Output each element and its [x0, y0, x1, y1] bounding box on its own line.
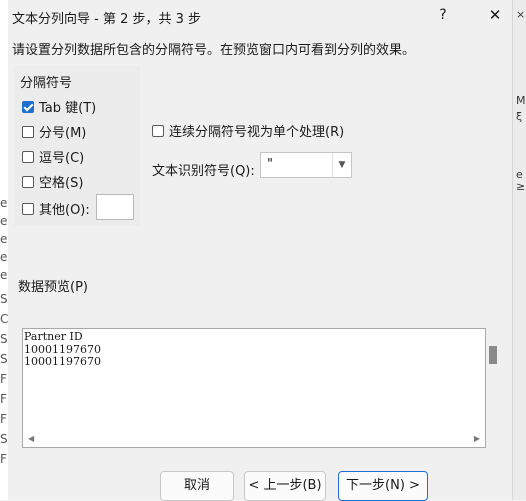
text-qualifier-select[interactable]: " ▼: [260, 152, 352, 178]
scroll-left-icon[interactable]: ◀: [28, 434, 34, 443]
text-qualifier-label: 文本识别符号(Q):: [152, 164, 255, 179]
background-text: e: [0, 196, 8, 210]
instruction-text: 请设置分列数据所包含的分隔符号。在预览窗口内可看到分列的效果。: [12, 43, 416, 58]
delimiters-group: 分隔符号 Tab 键(T) 分号(M) 逗号(C) 空格(S) 其他(O):: [14, 66, 140, 226]
preview-lines: Partner ID 10001197670 10001197670: [24, 330, 101, 369]
preview-line: Partner ID: [24, 330, 83, 343]
vertical-scrollbar[interactable]: [486, 328, 500, 446]
checkbox-unchecked[interactable]: [22, 202, 34, 215]
data-preview-pane[interactable]: Partner ID 10001197670 10001197670 ◀ ▶: [22, 328, 486, 448]
data-preview-label: 数据预览(P): [18, 280, 88, 295]
horizontal-scrollbar[interactable]: ◀ ▶: [24, 433, 484, 447]
close-button[interactable]: ✕: [484, 4, 506, 26]
help-button[interactable]: ?: [432, 4, 454, 26]
preview-line: 10001197670: [24, 355, 101, 368]
semicolon-checkbox[interactable]: 分号(M): [22, 122, 86, 141]
text-qualifier-value: ": [267, 157, 273, 172]
background-text: ξ: [516, 110, 523, 123]
dialog-title: 文本分列向导 - 第 2 步，共 3 步: [12, 12, 202, 27]
other-delimiter-input[interactable]: [96, 194, 134, 220]
consecutive-delimiters-label: 连续分隔符号视为单个处理(R): [169, 125, 345, 140]
checkbox-unchecked[interactable]: [22, 175, 34, 188]
checkbox-unchecked[interactable]: [152, 124, 164, 137]
background-text: S: [0, 432, 8, 446]
background-window-right: × M ξ e ≥: [512, 0, 526, 500]
other-checkbox[interactable]: 其他(O):: [22, 199, 90, 218]
checkbox-unchecked[interactable]: [22, 150, 34, 163]
space-checkbox-label: 空格(S): [39, 176, 84, 191]
next-button[interactable]: 下一步(N) >: [338, 471, 428, 501]
scroll-right-icon[interactable]: ▶: [474, 434, 480, 443]
tab-checkbox[interactable]: Tab 键(T): [22, 97, 96, 116]
semicolon-checkbox-label: 分号(M): [39, 126, 87, 141]
cancel-button[interactable]: 取消: [160, 471, 234, 501]
checkbox-checked[interactable]: [22, 100, 34, 113]
background-text: e: [0, 250, 8, 264]
comma-checkbox-label: 逗号(C): [39, 151, 85, 166]
scrollbar-thumb[interactable]: [489, 346, 497, 364]
back-button[interactable]: < 上一步(B): [244, 471, 326, 501]
checkbox-unchecked[interactable]: [22, 125, 34, 138]
chevron-down-icon[interactable]: ▼: [332, 153, 351, 177]
text-to-columns-dialog: 文本分列向导 - 第 2 步，共 3 步 ? ✕ 请设置分列数据所包含的分隔符号…: [8, 0, 512, 501]
other-checkbox-label: 其他(O):: [39, 203, 90, 218]
background-text: S: [0, 292, 8, 306]
tab-checkbox-label: Tab 键(T): [39, 101, 97, 116]
background-text: F: [0, 392, 7, 406]
background-window-left: e e e e e S C S S F F F S F: [0, 0, 8, 500]
space-checkbox[interactable]: 空格(S): [22, 172, 83, 191]
consecutive-delimiters-checkbox[interactable]: 连续分隔符号视为单个处理(R): [152, 121, 344, 140]
delimiters-group-label: 分隔符号: [20, 76, 73, 91]
background-text: e: [0, 214, 8, 228]
background-text: ×: [516, 8, 526, 21]
background-text: F: [0, 412, 7, 426]
background-text: e: [0, 268, 8, 282]
background-text: S: [0, 332, 8, 346]
background-text: F: [0, 452, 7, 466]
background-text: e: [0, 232, 8, 246]
background-text: M: [516, 94, 526, 107]
background-text: S: [0, 352, 8, 366]
title-bar[interactable]: 文本分列向导 - 第 2 步，共 3 步 ? ✕: [8, 0, 512, 32]
background-text: F: [0, 372, 7, 386]
background-text: ≥: [516, 180, 526, 193]
comma-checkbox[interactable]: 逗号(C): [22, 147, 84, 166]
